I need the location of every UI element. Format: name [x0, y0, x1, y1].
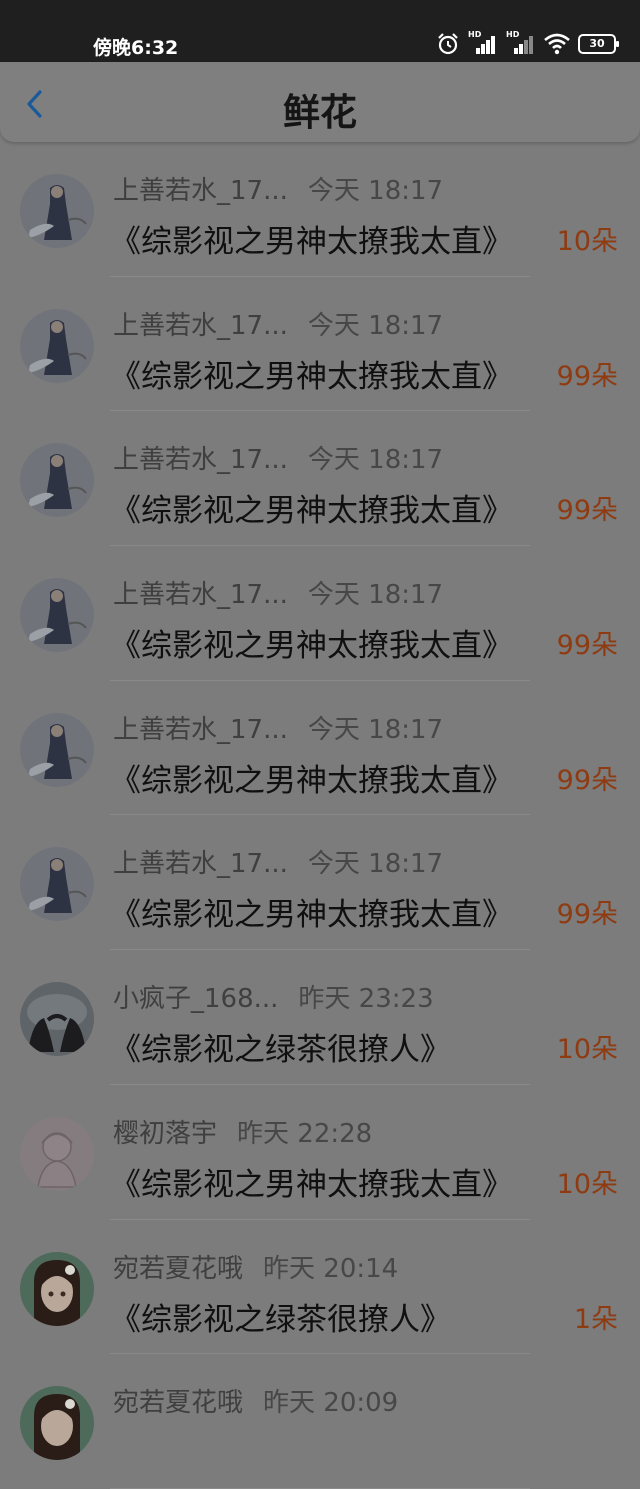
username[interactable]: 樱初落宇: [113, 1119, 217, 1149]
book-title[interactable]: 《综影视之男神太撩我太直》: [110, 755, 513, 800]
list-item[interactable]: 上善若水_17... 今天 18:17 《综影视之男神太撩我太直》 99朵: [0, 411, 640, 546]
wifi-icon: [544, 33, 570, 55]
flower-record-list: 上善若水_17... 今天 18:17 《综影视之男神太撩我太直》 10朵 上善若…: [0, 142, 640, 1489]
flower-count: 10朵: [556, 226, 618, 257]
user-avatar[interactable]: [20, 443, 94, 518]
cell-signal-2-icon: HD: [506, 30, 536, 56]
username[interactable]: 上善若水_17...: [113, 849, 288, 879]
user-avatar[interactable]: [20, 578, 94, 653]
flower-count: 1朵: [573, 1303, 618, 1335]
timestamp: 今天 18:17: [307, 310, 444, 341]
record-meta: 上善若水_17... 今天 18:17: [113, 709, 443, 746]
list-item[interactable]: 宛若夏花哦 昨天 20:14 《综影视之绿茶很撩人》 1朵: [0, 1220, 640, 1355]
user-avatar[interactable]: [20, 982, 94, 1057]
record-meta: 宛若夏花哦 昨天 20:09: [113, 1382, 398, 1419]
book-title[interactable]: 《综影视之绿茶很撩人》: [110, 1024, 451, 1069]
list-item[interactable]: 上善若水_17... 今天 18:17 《综影视之男神太撩我太直》 99朵: [0, 681, 640, 816]
user-avatar[interactable]: [20, 847, 94, 922]
flower-count: 99朵: [556, 764, 618, 796]
battery-icon: 30: [578, 34, 619, 54]
user-avatar[interactable]: [20, 1386, 94, 1461]
flower-count: 99朵: [556, 360, 618, 392]
username[interactable]: 上善若水_17...: [113, 311, 288, 341]
record-meta: 上善若水_17... 今天 18:17: [113, 305, 443, 342]
app-header: 鲜花: [0, 62, 640, 142]
book-title[interactable]: 《综影视之男神太撩我太直》: [110, 620, 513, 665]
user-avatar[interactable]: [20, 1116, 94, 1191]
username[interactable]: 上善若水_17...: [113, 445, 288, 475]
timestamp: 今天 18:17: [307, 714, 444, 745]
book-title[interactable]: 《综影视之男神太撩我太直》: [110, 1159, 513, 1204]
timestamp: 昨天 20:09: [263, 1388, 399, 1419]
timestamp: 昨天 20:14: [263, 1253, 399, 1284]
list-item[interactable]: 樱初落宇 昨天 22:28 《综影视之男神太撩我太直》 10朵: [0, 1085, 640, 1220]
username[interactable]: 宛若夏花哦: [113, 1388, 243, 1418]
record-meta: 宛若夏花哦 昨天 20:14: [113, 1248, 398, 1285]
flower-count: 99朵: [556, 495, 618, 527]
timestamp: 昨天 22:28: [237, 1118, 373, 1149]
timestamp: 今天 18:17: [307, 445, 444, 476]
username[interactable]: 宛若夏花哦: [113, 1254, 243, 1284]
status-icons: HD HD 30: [436, 30, 619, 57]
book-title[interactable]: 《综影视之绿茶很撩人》: [110, 1294, 451, 1339]
book-title[interactable]: 《综影视之男神太撩我太直》: [110, 889, 513, 934]
list-item[interactable]: 上善若水_17... 今天 18:17 《综影视之男神太撩我太直》 99朵: [0, 277, 640, 412]
list-item[interactable]: 上善若水_17... 今天 18:17 《综影视之男神太撩我太直》 99朵: [0, 546, 640, 681]
list-item[interactable]: 小疯子_168... 昨天 23:23 《综影视之绿茶很撩人》 10朵: [0, 950, 640, 1085]
username[interactable]: 上善若水_17...: [113, 715, 288, 745]
user-avatar[interactable]: [20, 712, 94, 787]
timestamp: 今天 18:17: [307, 580, 444, 611]
user-avatar[interactable]: [20, 1251, 94, 1326]
book-title[interactable]: 《综影视之男神太撩我太直》: [110, 485, 513, 530]
flower-count: 10朵: [556, 1168, 618, 1200]
flower-count: 99朵: [556, 899, 618, 931]
record-meta: 樱初落宇 昨天 22:28: [113, 1113, 372, 1150]
timestamp: 今天 18:17: [307, 849, 444, 880]
list-item[interactable]: 上善若水_17... 今天 18:17 《综影视之男神太撩我太直》 99朵: [0, 815, 640, 950]
flower-count: 99朵: [556, 630, 618, 662]
timestamp: 昨天 23:23: [298, 984, 434, 1015]
username[interactable]: 上善若水_17...: [113, 580, 288, 610]
record-meta: 上善若水_17... 今天 18:17: [113, 170, 443, 207]
record-meta: 上善若水_17... 今天 18:17: [113, 439, 443, 476]
book-title[interactable]: 《综影视之男神太撩我太直》: [110, 216, 513, 261]
record-meta: 上善若水_17... 今天 18:17: [113, 843, 443, 880]
username[interactable]: 上善若水_17...: [113, 176, 288, 206]
cell-signal-1-icon: HD: [468, 30, 498, 56]
record-meta: 小疯子_168... 昨天 23:23: [113, 978, 434, 1015]
timestamp: 今天 18:17: [307, 176, 444, 206]
user-avatar[interactable]: [20, 174, 94, 248]
status-bar: 傍晚6:32 HD HD 30: [0, 0, 640, 62]
page-title: 鲜花: [283, 91, 357, 134]
alarm-icon: [438, 33, 458, 55]
username[interactable]: 小疯子_168...: [113, 984, 278, 1014]
status-time: 傍晚6:32: [93, 37, 179, 59]
record-meta: 上善若水_17... 今天 18:17: [113, 574, 443, 611]
list-item[interactable]: 上善若水_17... 今天 18:17 《综影视之男神太撩我太直》 10朵: [0, 142, 640, 277]
book-title[interactable]: 《综影视之男神太撩我太直》: [110, 351, 513, 396]
flower-count: 10朵: [556, 1034, 618, 1066]
user-avatar[interactable]: [20, 308, 94, 383]
